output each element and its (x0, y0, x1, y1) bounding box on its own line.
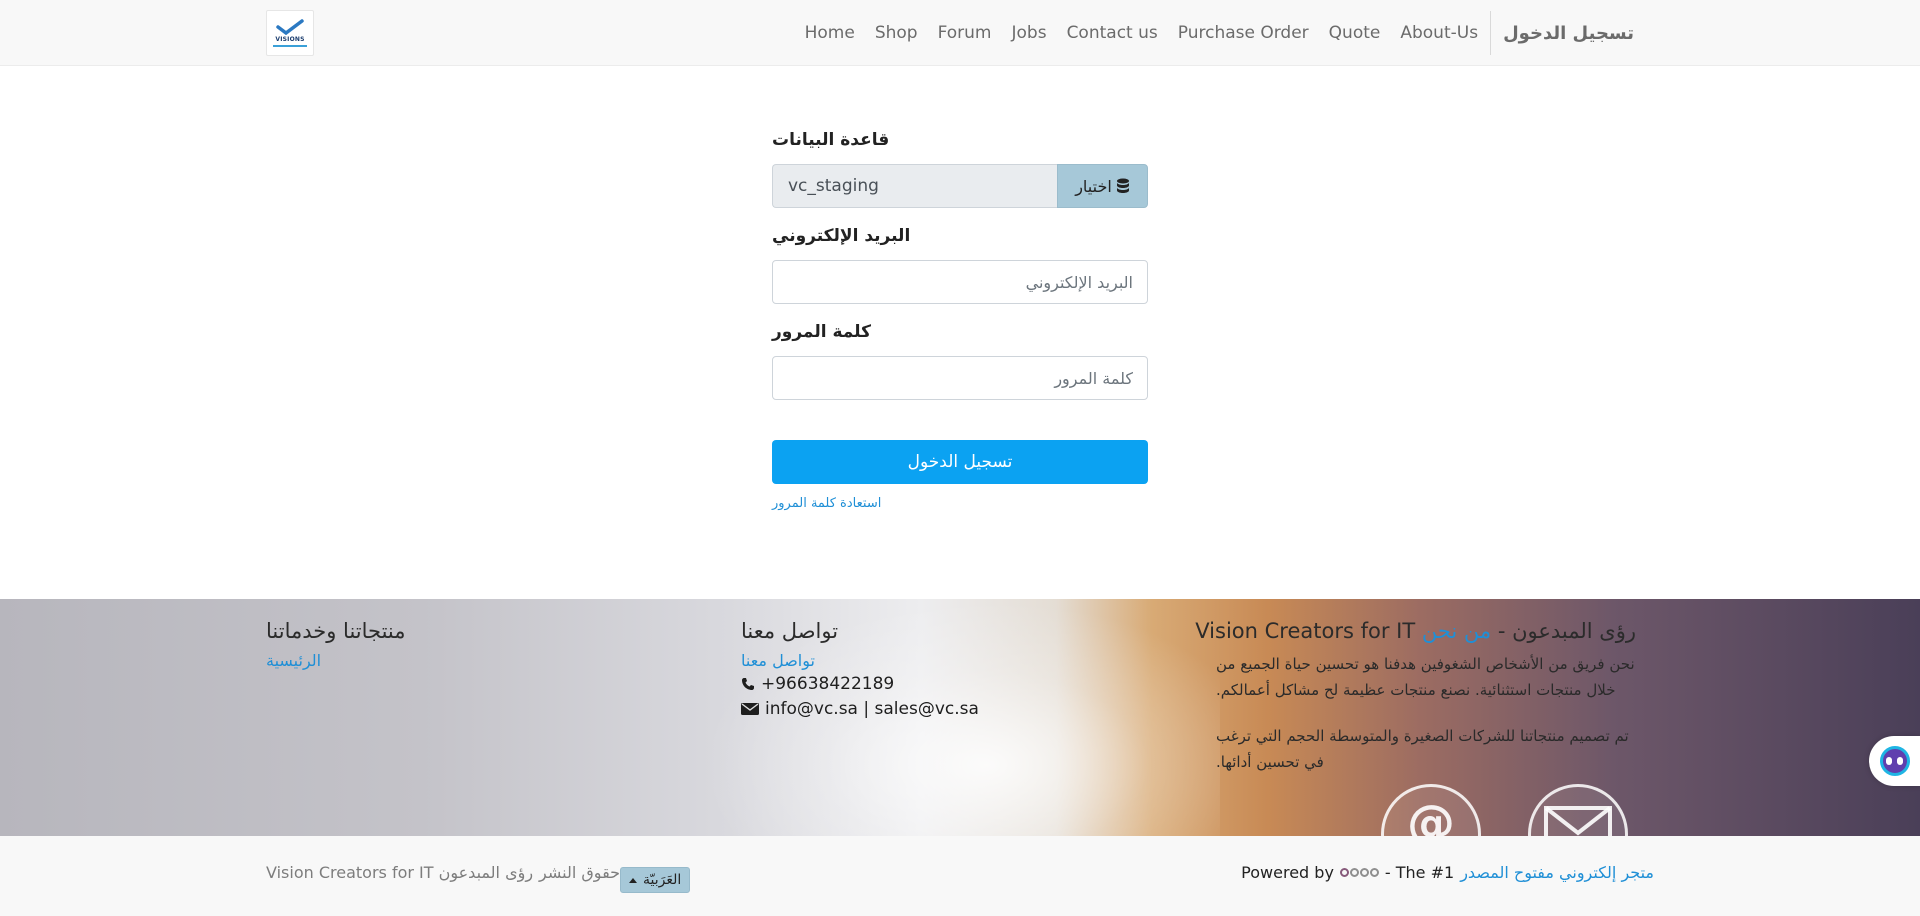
database-input-group: vc_staging اختيار (772, 164, 1148, 208)
database-icon (1116, 178, 1129, 193)
footer-about-paragraph-1: نحن فريق من الأشخاص الشغوفين هدفنا هو تح… (1216, 655, 1635, 699)
nav-link-jobs[interactable]: Jobs (1002, 23, 1057, 43)
footer-about-paragraph-2: تم تصميم منتجاتنا للشركات الصغيرة والمتو… (1216, 727, 1629, 771)
footer-home-link[interactable]: الرئيسية (266, 651, 406, 670)
password-field-wrapper (772, 356, 1148, 400)
database-label: قاعدة البيانات (772, 130, 890, 150)
footer-phone: +96638422189 (761, 674, 895, 694)
copyright-area: رؤى المبدعون Vision Creators for IT حقوق… (266, 863, 620, 882)
email-input[interactable] (787, 272, 1133, 292)
language-label: العَرَبيّة (643, 872, 682, 888)
select-database-button[interactable]: اختيار (1057, 164, 1148, 208)
powered-by: Powered by - The #1 متجر إلكتروني مفتوح … (1241, 863, 1654, 882)
nav-link-contact-us[interactable]: Contact us (1057, 23, 1168, 43)
nav-link-purchase-order[interactable]: Purchase Order (1168, 23, 1319, 43)
footer-about-heading-suffix: Vision Creators for IT (1195, 619, 1422, 643)
footer-about-heading: رؤى المبدعون - من نحن Vision Creators fo… (1195, 619, 1636, 643)
copyright-company: رؤى المبدعون Vision Creators for IT (266, 863, 534, 882)
select-database-label: اختيار (1075, 176, 1112, 196)
site-footer: منتجاتنا وخدماتنا الرئيسية تواصل معنا تو… (0, 599, 1920, 836)
powered-by-text: Powered by (1241, 863, 1334, 882)
footer-products-column: منتجاتنا وخدماتنا الرئيسية (266, 619, 406, 674)
checkmark-logo-icon (276, 19, 304, 35)
password-input[interactable] (787, 368, 1133, 388)
envelope-icon (741, 703, 759, 715)
nav-link-forum[interactable]: Forum (928, 23, 1002, 43)
logo-text: VISIONS (275, 36, 305, 43)
login-form: قاعدة البيانات vc_staging اختيار البريد … (772, 130, 1148, 511)
caret-up-icon (629, 877, 637, 883)
footer-about-heading-prefix: رؤى المبدعون - (1491, 619, 1636, 643)
phone-icon (742, 678, 754, 690)
login-submit-button[interactable]: تسجيل الدخول (772, 440, 1148, 484)
footer-contact-heading: تواصل معنا (741, 619, 839, 643)
main-nav: Home Shop Forum Jobs Contact us Purchase… (795, 0, 1646, 66)
nav-link-about-us[interactable]: About-Us (1390, 23, 1488, 43)
footer-contact-column: تواصل معنا تواصل معنا +96638422189 info@… (741, 619, 979, 724)
footer-about-link[interactable]: من نحن (1422, 619, 1491, 643)
top-navbar: VISIONS Home Shop Forum Jobs Contact us … (0, 0, 1920, 66)
footer-about-column: رؤى المبدعون - من نحن Vision Creators fo… (1195, 619, 1636, 775)
livechat-button[interactable] (1869, 736, 1920, 786)
footer-contact-link[interactable]: تواصل معنا (741, 651, 979, 670)
bottom-bar: رؤى المبدعون Vision Creators for IT حقوق… (0, 836, 1920, 916)
ecommerce-link[interactable]: متجر إلكتروني مفتوح المصدر (1460, 863, 1654, 882)
footer-email-line: info@vc.sa | sales@vc.sa (741, 699, 979, 719)
email-field-wrapper (772, 260, 1148, 304)
nav-link-shop[interactable]: Shop (865, 23, 928, 43)
database-field: vc_staging (772, 164, 1057, 208)
nav-link-home[interactable]: Home (795, 23, 865, 43)
email-label: البريد الإلكتروني (772, 226, 911, 246)
reset-password-link[interactable]: استعادة كلمة المرور (772, 496, 1148, 511)
nav-sign-in-link[interactable]: تسجيل الدخول (1493, 23, 1646, 44)
copyright-text: حقوق النشر (539, 863, 621, 882)
logo-underline (273, 45, 307, 47)
odoo-logo-icon[interactable] (1339, 868, 1379, 877)
footer-products-heading: منتجاتنا وخدماتنا (266, 619, 406, 643)
the-number-one-text: - The #1 (1384, 863, 1455, 882)
footer-email: info@vc.sa | sales@vc.sa (765, 699, 979, 719)
footer-phone-line: +96638422189 (741, 674, 979, 694)
password-label: كلمة المرور (772, 322, 871, 342)
nav-link-quote[interactable]: Quote (1319, 23, 1391, 43)
chatbot-icon (1879, 746, 1910, 776)
mail-decoration-icon (1528, 784, 1628, 836)
language-selector[interactable]: العَرَبيّة (620, 867, 691, 893)
nav-divider (1490, 11, 1492, 55)
company-logo[interactable]: VISIONS (266, 10, 314, 56)
at-sign-icon: @ (1381, 784, 1481, 836)
